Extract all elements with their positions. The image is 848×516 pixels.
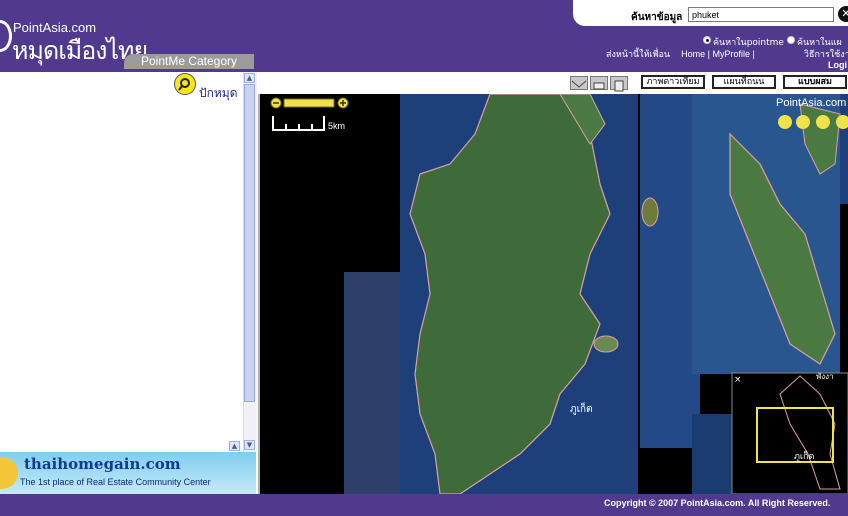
home-link[interactable]: Home bbox=[681, 49, 705, 59]
nav-separator: | bbox=[707, 49, 710, 59]
overview-label-phangnga: พังงา bbox=[816, 372, 834, 381]
magnifier-icon[interactable] bbox=[796, 115, 810, 129]
nav-separator: | bbox=[752, 49, 755, 59]
map-watermark: PointAsia.com bbox=[776, 97, 847, 109]
search-label: ค้นหาข้อมูล bbox=[631, 12, 683, 23]
view-hybrid-button[interactable]: แบบผสม bbox=[783, 75, 847, 89]
scroll-up-icon[interactable]: ▲ bbox=[244, 73, 255, 83]
send-to-friend-link[interactable]: ส่งหน้านี้ให้เพื่อน bbox=[606, 49, 670, 59]
search-go-icon[interactable]: ✕ bbox=[838, 6, 848, 22]
view-map-button[interactable]: แผนที่ถนน bbox=[712, 75, 776, 89]
print-icon[interactable] bbox=[590, 76, 608, 90]
banner-title: thaihomegain.com bbox=[24, 455, 181, 473]
help-link[interactable]: วิธีการใช้งา bbox=[804, 49, 848, 59]
nav-links: ส่งหน้านี้ให้เพื่อน Home | MyProfile | ว… bbox=[606, 47, 848, 61]
scrollbar-thumb[interactable] bbox=[244, 84, 255, 402]
pin-place-link[interactable]: ปักหมุด bbox=[199, 84, 238, 103]
pointme-category-tab[interactable]: PointMe Category bbox=[124, 54, 254, 69]
radio-search-pointme[interactable] bbox=[703, 36, 711, 44]
category-panel bbox=[0, 72, 258, 496]
scroll-up-small-icon[interactable]: ▲ bbox=[229, 441, 240, 451]
scroll-down-icon[interactable]: ▼ bbox=[244, 440, 255, 450]
copyright-text: Copyright © 2007 PointAsia.com. All Righ… bbox=[604, 498, 831, 508]
overview-label-phuket: ภูเก็ต bbox=[794, 452, 815, 462]
mail-icon[interactable] bbox=[570, 76, 588, 90]
satellite-map[interactable]: 5km PointAsia.com ภูเก็ต ภูเก็ต พังงา × bbox=[260, 94, 848, 494]
document-icon[interactable] bbox=[610, 76, 628, 92]
search-input[interactable] bbox=[688, 7, 834, 22]
view-satellite-button[interactable]: ภาพดาวเทียม bbox=[641, 75, 705, 89]
map-scale-label: 5km bbox=[328, 121, 346, 131]
place-label-phuket[interactable]: ภูเก็ต bbox=[570, 402, 593, 417]
overview-close-icon[interactable]: × bbox=[734, 375, 742, 385]
map-pin-icon[interactable] bbox=[174, 73, 196, 95]
radio-search-map[interactable] bbox=[787, 36, 795, 44]
banner-subtitle: The 1st place of Real Estate Community C… bbox=[20, 477, 211, 487]
login-link[interactable]: Logi bbox=[828, 60, 847, 70]
map-imagery bbox=[260, 94, 848, 494]
fullscreen-icon[interactable] bbox=[836, 115, 848, 129]
star-icon[interactable] bbox=[778, 115, 792, 129]
myprofile-link[interactable]: MyProfile bbox=[713, 49, 751, 59]
measure-icon[interactable] bbox=[816, 115, 830, 129]
